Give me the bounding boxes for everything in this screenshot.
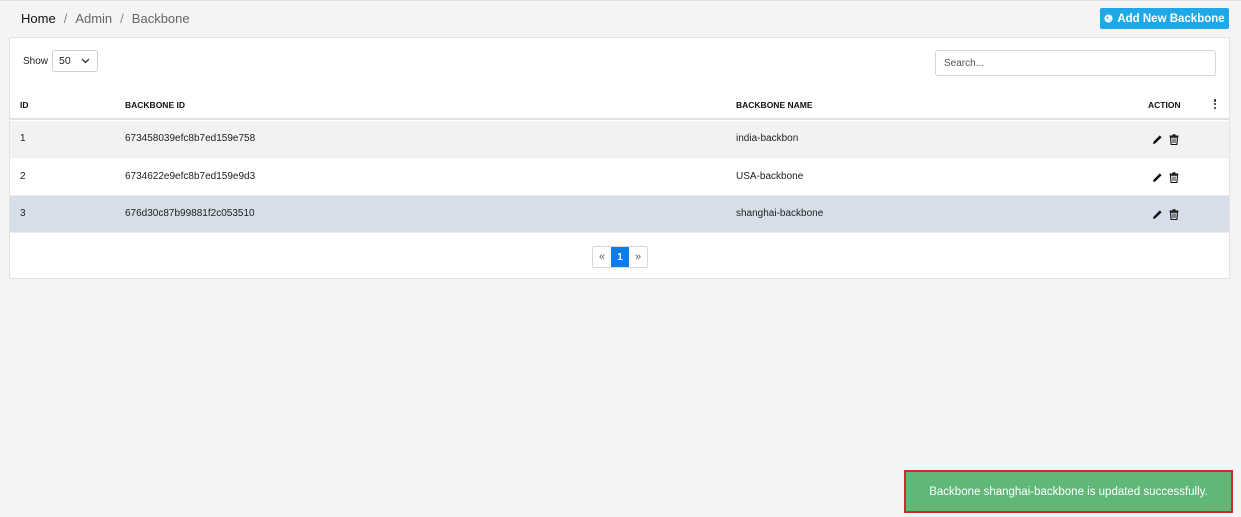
cell-id: 1 (20, 133, 26, 144)
globe-icon (1104, 14, 1113, 23)
column-header-action: ACTION (1148, 100, 1181, 110)
column-options-icon[interactable] (1211, 98, 1219, 110)
table-row: 2 6734622e9efc8b7ed159e9d3 USA-backbone (10, 159, 1229, 196)
column-header-backbone-name[interactable]: BACKBONE NAME (736, 100, 813, 110)
cell-backbone-id: 676d30c87b99881f2c053510 (125, 208, 255, 219)
cell-backbone-id: 6734622e9efc8b7ed159e9d3 (125, 171, 256, 182)
toast-message: Backbone shanghai-backbone is updated su… (929, 485, 1208, 498)
pagination: « 1 » (592, 246, 648, 268)
edit-icon[interactable] (1152, 209, 1163, 220)
table-header: ID BACKBONE ID BACKBONE NAME ACTION (10, 94, 1229, 120)
add-new-backbone-label: Add New Backbone (1117, 12, 1225, 25)
cell-backbone-name: india-backbon (736, 133, 799, 144)
backbone-table-card: Show 50 ID BACKBONE ID BACKBONE NAME ACT… (9, 37, 1230, 279)
cell-id: 3 (20, 208, 26, 219)
cell-id: 2 (20, 171, 26, 182)
edit-icon[interactable] (1152, 172, 1163, 183)
search-input[interactable] (935, 50, 1216, 76)
edit-icon[interactable] (1152, 134, 1163, 145)
pagination-next[interactable]: » (629, 247, 647, 267)
breadcrumb-separator: / (63, 11, 68, 26)
show-label: Show (23, 55, 49, 67)
pagination-prev[interactable]: « (593, 247, 611, 267)
cell-backbone-name: shanghai-backbone (736, 208, 824, 219)
chevron-down-icon (81, 58, 90, 64)
trash-icon[interactable] (1169, 209, 1179, 220)
pagination-page-current[interactable]: 1 (611, 247, 629, 267)
page-size-control: Show 50 (23, 50, 99, 72)
cell-backbone-name: USA-backbone (736, 171, 804, 182)
cell-backbone-id: 673458039efc8b7ed159e758 (125, 133, 256, 144)
table-row: 3 676d30c87b99881f2c053510 shanghai-back… (10, 196, 1229, 233)
row-actions (1152, 172, 1179, 183)
column-header-backbone-id[interactable]: BACKBONE ID (125, 100, 185, 110)
row-actions (1152, 209, 1179, 220)
breadcrumb-home[interactable]: Home (21, 11, 56, 26)
top-bar: Home / Admin / Backbone (0, 1, 1241, 36)
breadcrumb: Home / Admin / Backbone (21, 11, 190, 26)
table-row: 1 673458039efc8b7ed159e758 india-backbon (10, 121, 1229, 158)
add-new-backbone-button[interactable]: Add New Backbone (1100, 8, 1229, 29)
success-toast: Backbone shanghai-backbone is updated su… (904, 470, 1233, 513)
page-size-select[interactable]: 50 (52, 50, 99, 72)
trash-icon[interactable] (1169, 172, 1179, 183)
breadcrumb-admin[interactable]: Admin (75, 11, 112, 26)
trash-icon[interactable] (1169, 134, 1179, 145)
column-header-id[interactable]: ID (20, 100, 29, 110)
breadcrumb-separator: / (120, 11, 124, 26)
row-actions (1152, 134, 1179, 145)
page-size-value: 50 (59, 55, 71, 67)
breadcrumb-current: Backbone (131, 11, 190, 26)
